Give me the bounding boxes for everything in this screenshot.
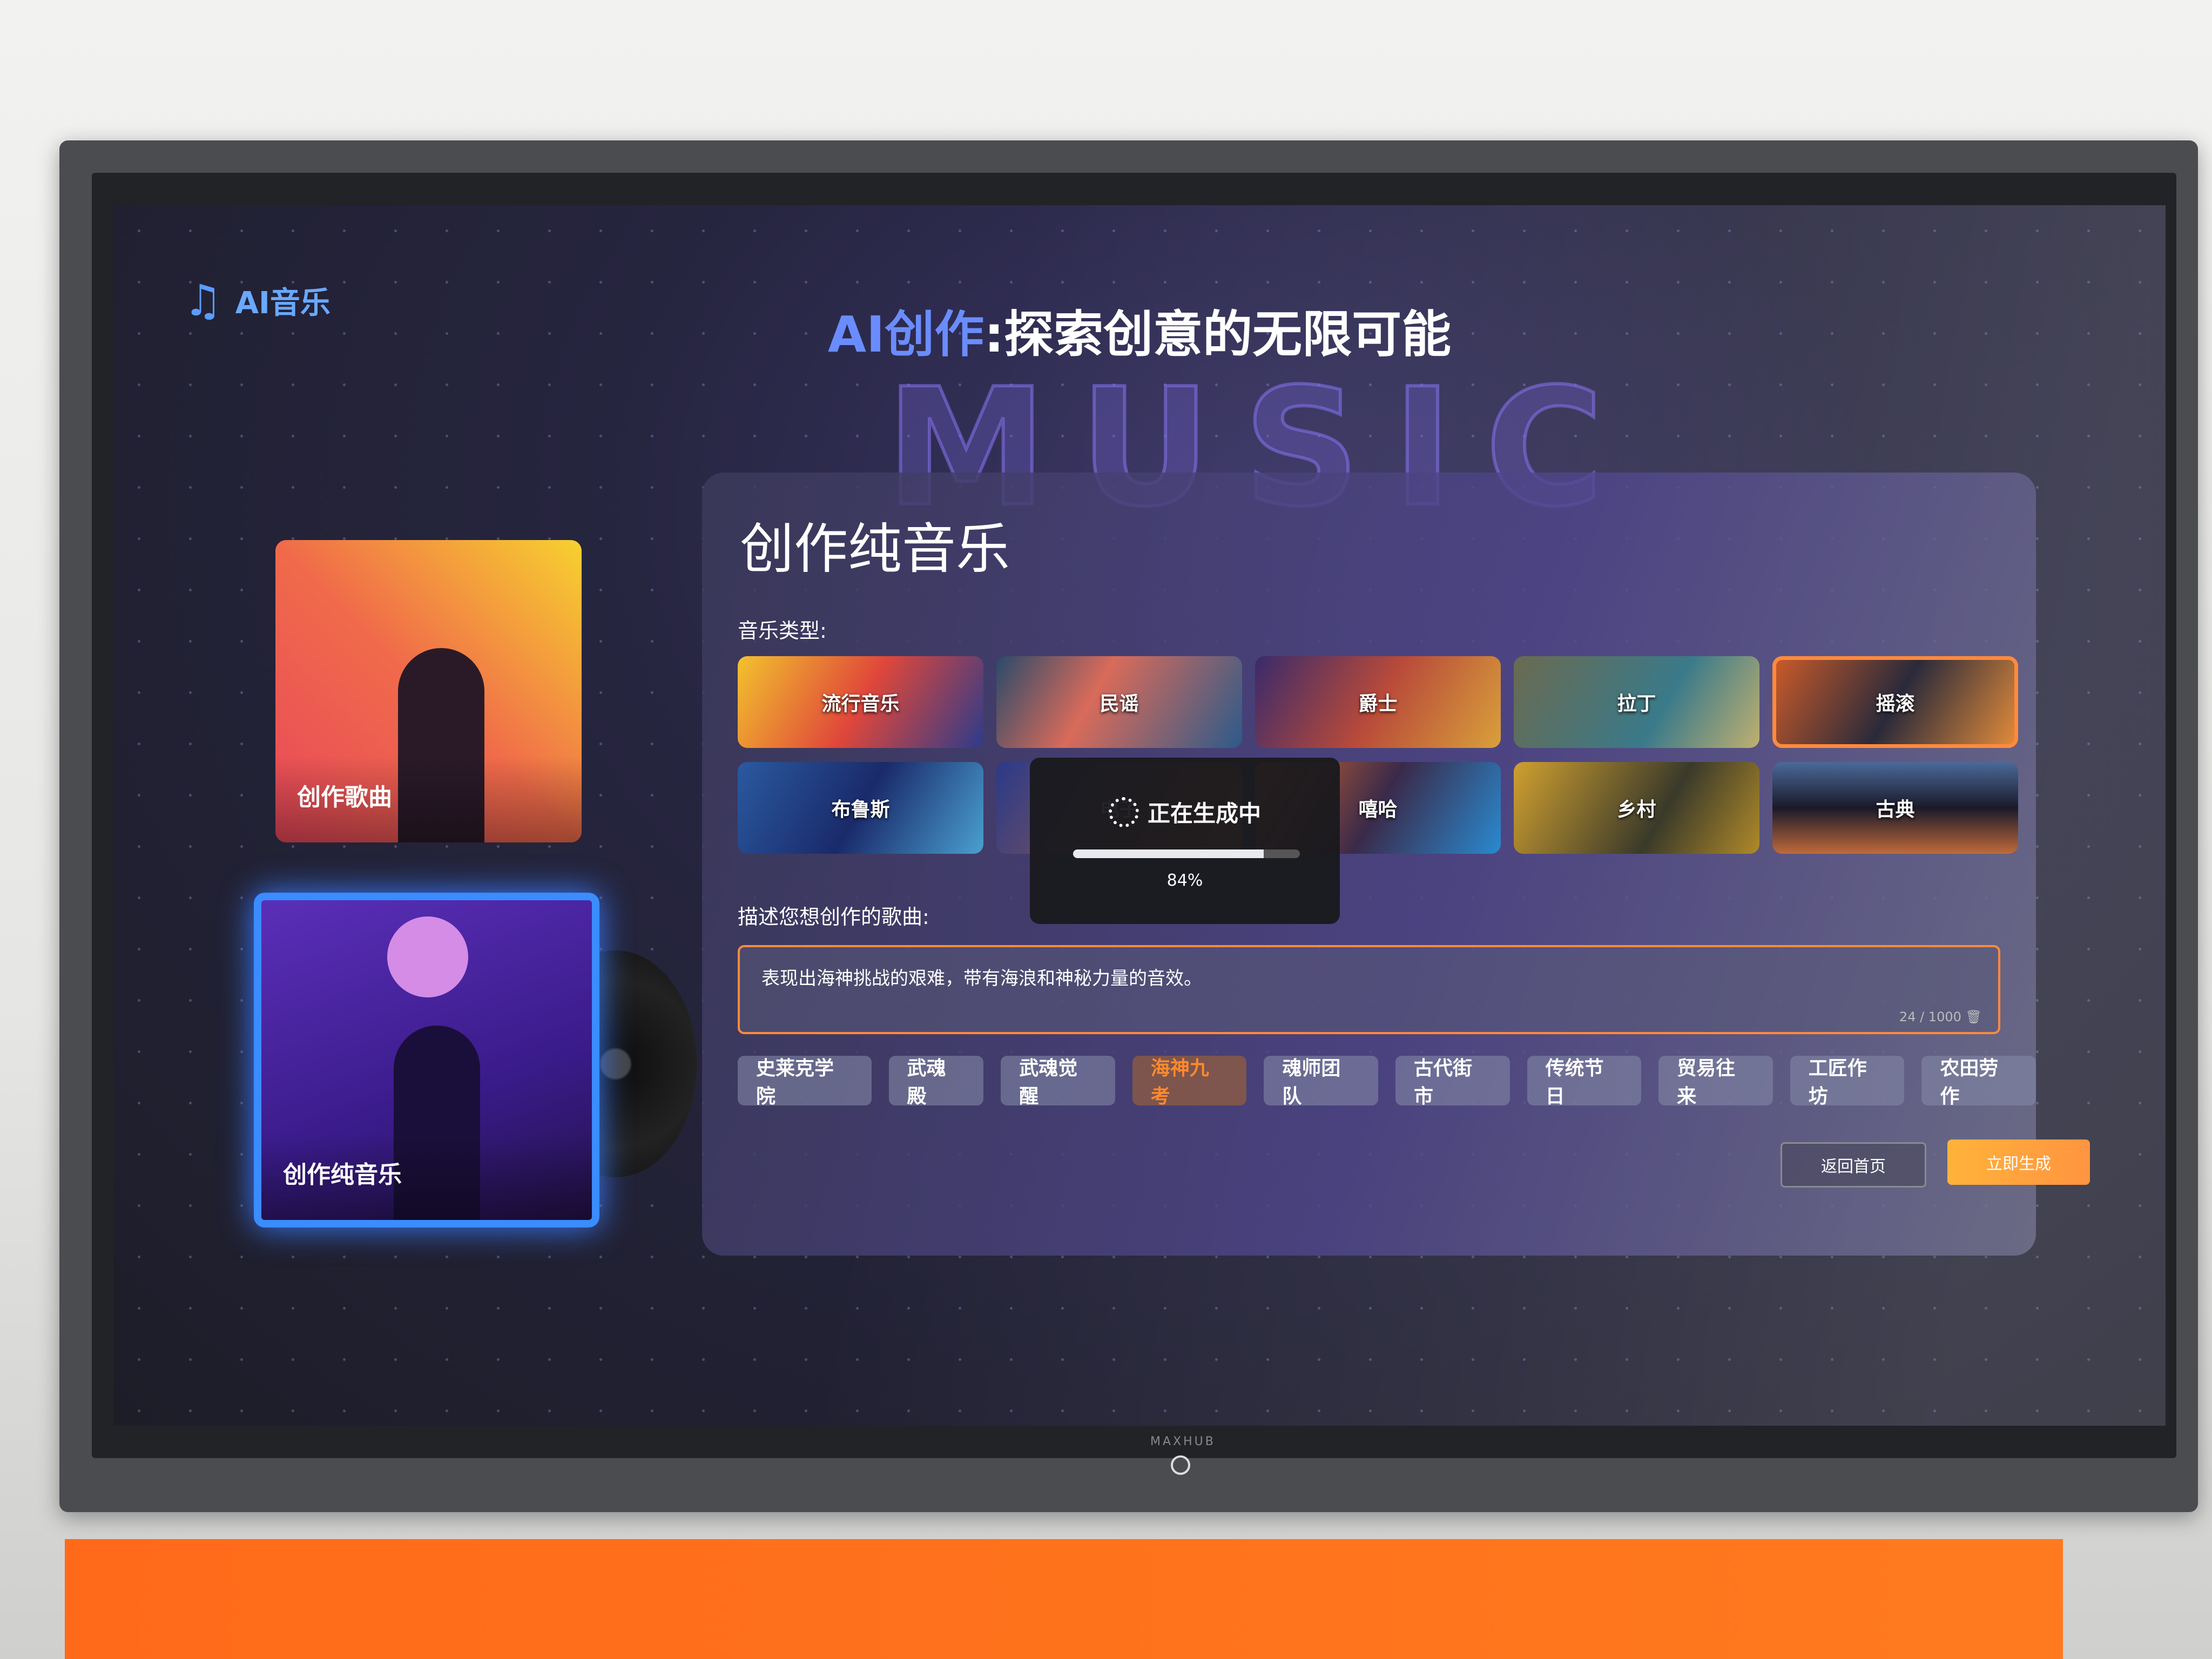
background-banner bbox=[65, 1539, 2063, 1659]
moon-image bbox=[387, 916, 468, 997]
genre-card[interactable]: 民谣 bbox=[996, 656, 1242, 748]
card-label: 创作纯音乐 bbox=[261, 1134, 592, 1220]
preset-tag[interactable]: 魂师团队 bbox=[1264, 1056, 1378, 1108]
title-ai: AI创作 bbox=[827, 306, 984, 363]
genre-label: 摇滚 bbox=[1876, 693, 1915, 715]
screen: MUSIC ♫ AI音乐 AI创作:探索创意的无限可能 创作歌曲 创作纯音乐 创… bbox=[113, 205, 2166, 1426]
card-label: 创作歌曲 bbox=[275, 756, 582, 842]
monitor-brand: MAXHUB bbox=[1150, 1435, 1216, 1448]
power-button-icon[interactable] bbox=[1171, 1455, 1190, 1475]
genre-label: 音乐类型: bbox=[738, 619, 827, 643]
description-text: 表现出海神挑战的艰难，带有海浪和神秘力量的音效。 bbox=[761, 968, 1202, 989]
title-rest: :探索创意的无限可能 bbox=[984, 306, 1452, 363]
loading-spinner-icon bbox=[1108, 797, 1139, 827]
create-song-card[interactable]: 创作歌曲 bbox=[275, 540, 582, 842]
preset-tag[interactable]: 武魂觉醒 bbox=[1001, 1056, 1115, 1108]
genre-label: 爵士 bbox=[1358, 693, 1398, 715]
create-pure-music-card[interactable]: 创作纯音乐 bbox=[254, 893, 599, 1228]
progress-fill bbox=[1073, 849, 1264, 858]
genre-card[interactable]: 乡村 bbox=[1514, 762, 1759, 854]
genre-label: 乡村 bbox=[1617, 799, 1656, 821]
preset-tag[interactable]: 传统节日 bbox=[1527, 1056, 1642, 1108]
back-home-button[interactable]: 返回首页 bbox=[1781, 1142, 1926, 1188]
genre-card[interactable]: 爵士 bbox=[1255, 656, 1501, 748]
trash-icon[interactable]: 🗑 bbox=[1966, 1009, 1982, 1024]
char-count: 24 / 1000 🗑 bbox=[1899, 1009, 1982, 1024]
genre-card[interactable]: 拉丁 bbox=[1514, 656, 1759, 748]
preset-tags: 史莱克学院 武魂殿 武魂觉醒 海神九考 魂师团队 古代街市 传统节日 贸易往来 工匠作坊 农田劳作 bbox=[738, 1056, 2036, 1108]
genre-label: 流行音乐 bbox=[821, 693, 900, 715]
genre-label: 嘻哈 bbox=[1358, 799, 1398, 821]
genre-label: 拉丁 bbox=[1617, 693, 1656, 715]
generating-popup: 正在生成中 84% bbox=[1030, 758, 1340, 924]
preset-tag[interactable]: 海神九考 bbox=[1132, 1056, 1247, 1108]
preset-tag[interactable]: 古代街市 bbox=[1395, 1056, 1510, 1108]
create-panel: 创作纯音乐 音乐类型: 流行音乐民谣爵士拉丁摇滚布鲁斯电子嘻哈乡村古典 正在生成… bbox=[702, 473, 2090, 1256]
genre-card[interactable]: 古典 bbox=[1772, 762, 2018, 854]
description-input[interactable]: 表现出海神挑战的艰难，带有海浪和神秘力量的音效。 24 / 1000 🗑 bbox=[738, 945, 2000, 1034]
page-title: AI创作:探索创意的无限可能 bbox=[113, 294, 2166, 366]
genre-label: 布鲁斯 bbox=[831, 799, 890, 821]
preset-tag[interactable]: 史莱克学院 bbox=[738, 1056, 872, 1108]
preset-tag[interactable]: 农田劳作 bbox=[1921, 1056, 2036, 1108]
genre-card[interactable]: 摇滚 bbox=[1772, 656, 2018, 748]
generate-button[interactable]: 立即生成 bbox=[1947, 1139, 2090, 1185]
progress-percent: 84% bbox=[1166, 871, 1203, 890]
preset-tag[interactable]: 武魂殿 bbox=[888, 1056, 984, 1108]
panel-title: 创作纯音乐 bbox=[740, 517, 1010, 581]
genre-label: 民谣 bbox=[1100, 693, 1139, 715]
genre-card[interactable]: 流行音乐 bbox=[738, 656, 983, 748]
progress-bar bbox=[1073, 849, 1300, 858]
genre-grid: 流行音乐民谣爵士拉丁摇滚布鲁斯电子嘻哈乡村古典 bbox=[738, 656, 2018, 854]
char-count-text: 24 / 1000 bbox=[1899, 1009, 1961, 1024]
genre-label: 古典 bbox=[1876, 799, 1915, 821]
preset-tag[interactable]: 贸易往来 bbox=[1658, 1056, 1773, 1108]
description-label: 描述您想创作的歌曲: bbox=[738, 905, 929, 929]
genre-card[interactable]: 布鲁斯 bbox=[738, 762, 983, 854]
preset-tag[interactable]: 工匠作坊 bbox=[1790, 1056, 1905, 1108]
progress-status: 正在生成中 bbox=[1147, 800, 1261, 827]
